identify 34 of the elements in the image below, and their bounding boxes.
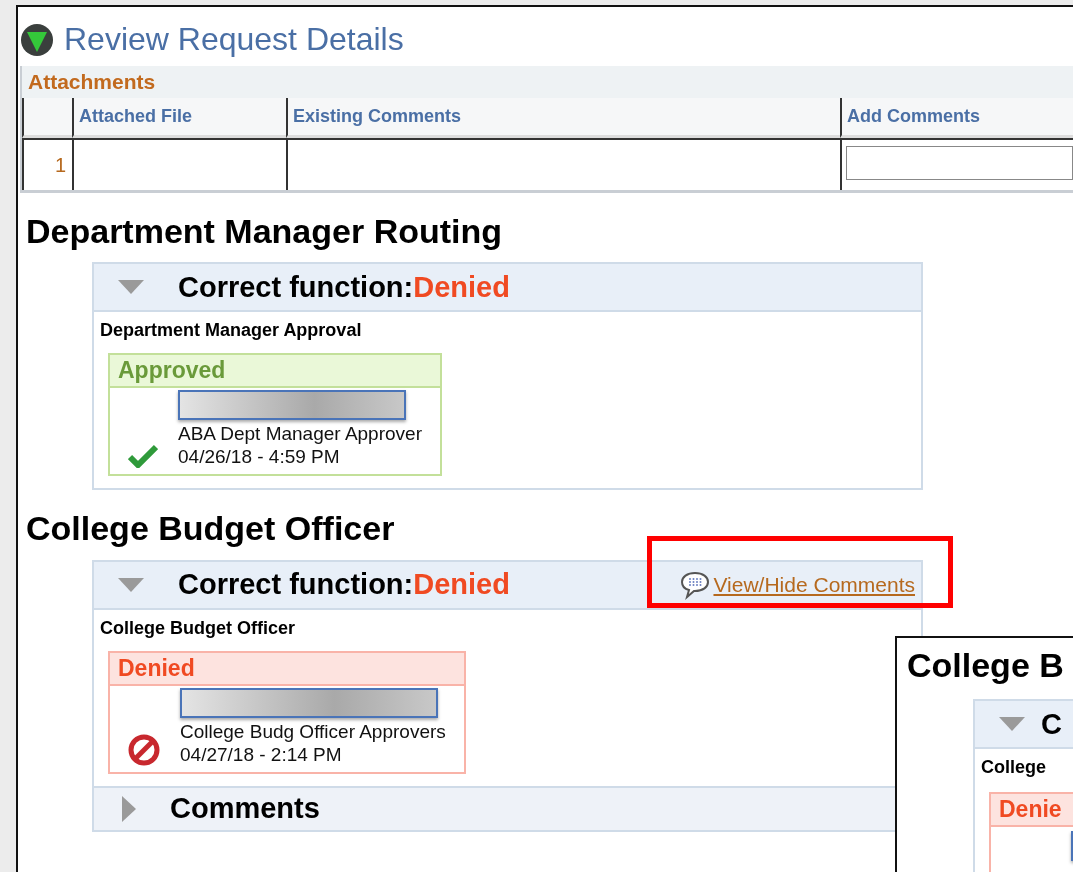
section-heading: College B xyxy=(907,646,1065,685)
result-status: Denie xyxy=(991,794,1073,827)
result-status: Denied xyxy=(110,652,464,686)
checkmark-icon xyxy=(128,444,158,469)
page-title: Review Request Details xyxy=(64,21,404,58)
function-status: C xyxy=(1041,707,1062,741)
caret-down-icon[interactable] xyxy=(118,577,144,592)
decision-date: 04/26/18 - 4:59 PM xyxy=(178,445,341,469)
step-name: College Budget Officer xyxy=(100,617,297,639)
function-status: Correct function:Denied xyxy=(178,568,510,602)
triangle-badge-icon xyxy=(20,22,54,57)
grid-title: Attachments xyxy=(22,66,1073,98)
column-header: Attached File xyxy=(72,98,286,138)
caret-down-icon[interactable] xyxy=(999,717,1025,731)
speech-bubble-icon xyxy=(679,569,712,600)
comment-input-field[interactable] xyxy=(846,146,1073,180)
column-header: Add Comments xyxy=(840,98,1073,138)
step-name: College xyxy=(981,757,1047,778)
caret-right-icon[interactable] xyxy=(122,795,136,822)
section-heading: College Budget Officer xyxy=(26,510,396,548)
column-header: Existing Comments xyxy=(286,98,840,138)
comments-title: Comments xyxy=(170,792,320,826)
caret-down-icon[interactable] xyxy=(118,280,144,295)
result-status: Approved xyxy=(110,355,440,389)
section-heading: Department Manager Routing xyxy=(26,213,504,251)
function-status: Correct function:Denied xyxy=(178,270,510,304)
approver-name: ABA Dept Manager Approver xyxy=(178,422,422,446)
approver-name: College Budg Officer Approvers xyxy=(180,719,446,743)
decision-date: 04/27/18 - 2:14 PM xyxy=(180,742,343,766)
prohibited-icon xyxy=(128,733,160,766)
column-header xyxy=(22,98,72,138)
view-hide-comments-link[interactable]: View/Hide Comments xyxy=(713,572,915,597)
step-name: Department Manager Approval xyxy=(100,320,363,342)
row-number: 1 xyxy=(22,138,72,190)
